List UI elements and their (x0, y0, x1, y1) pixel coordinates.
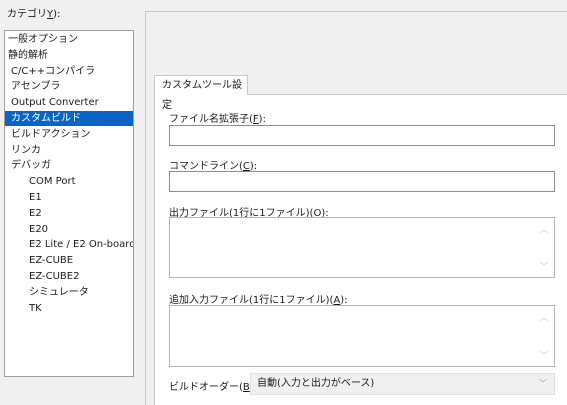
tree-item[interactable]: 一般オプション (5, 32, 133, 47)
category-label-suffix: ): (53, 9, 61, 20)
build-order-label-text: ビルドオーダー( (169, 382, 243, 393)
chevron-down-icon[interactable]: ﹀ (540, 263, 548, 271)
file-extension-label-text: ファイル名拡張子( (169, 114, 253, 125)
tree-item[interactable]: COM Port (5, 174, 133, 189)
build-order-mnemonic: B (242, 382, 250, 393)
tree-item[interactable]: 静的解析 (5, 48, 133, 63)
tab-custom-tool-settings[interactable]: カスタムツール設定 (154, 75, 248, 111)
tree-item[interactable]: リンカ (5, 143, 133, 158)
tree-item[interactable]: シミュレータ (5, 285, 133, 300)
output-files-textarea[interactable]: ︿ ﹀ (169, 217, 555, 278)
file-extension-label: ファイル名拡張子(F): (169, 110, 266, 125)
build-order-select[interactable]: 自動(入力と出力がベース) ﹀ (250, 373, 555, 395)
tree-item[interactable]: アセンブラ (5, 79, 133, 94)
additional-input-files-textarea[interactable]: ︿ ﹀ (169, 305, 555, 367)
tree-item[interactable]: EZ-CUBE2 (5, 269, 133, 284)
tree-item[interactable]: E1 (5, 190, 133, 205)
chevron-up-icon[interactable]: ︿ (540, 226, 548, 234)
tree-item[interactable]: デバッガ (5, 158, 133, 173)
tree-item[interactable]: ビルドアクション (5, 127, 133, 142)
tree-item[interactable]: E20 (5, 222, 133, 237)
build-order-value: 自動(入力と出力がベース) (257, 378, 375, 389)
command-line-input[interactable] (169, 171, 555, 192)
category-tree[interactable]: 一般オプション 静的解析 C/C++コンパイラ アセンブラ Output Convert… (4, 30, 134, 377)
tree-item[interactable]: Output Converter (5, 95, 133, 110)
file-extension-input[interactable] (169, 125, 555, 146)
chevron-down-icon: ﹀ (539, 379, 547, 388)
category-label: カテゴリY): (7, 5, 60, 20)
command-line-label: コマンドライン(C): (169, 157, 257, 172)
category-label-text: カテゴリ (7, 9, 47, 20)
tree-item[interactable]: カスタムビルド (5, 111, 133, 126)
tree-item[interactable]: EZ-CUBE (5, 253, 133, 268)
chevron-down-icon[interactable]: ﹀ (540, 352, 548, 360)
chevron-up-icon[interactable]: ︿ (540, 314, 548, 322)
file-extension-label-suffix: ): (258, 114, 266, 125)
tree-item[interactable]: C/C++コンパイラ (5, 64, 133, 79)
build-order-label: ビルドオーダー(B): (169, 378, 257, 393)
tree-item[interactable]: TK (5, 301, 133, 316)
tree-item[interactable]: E2 (5, 206, 133, 221)
tree-item[interactable]: E2 Lite / E2 On-board (5, 237, 133, 252)
additional-input-files-label: 追加入力ファイル(1行に1ファイル)(A): (169, 291, 348, 306)
